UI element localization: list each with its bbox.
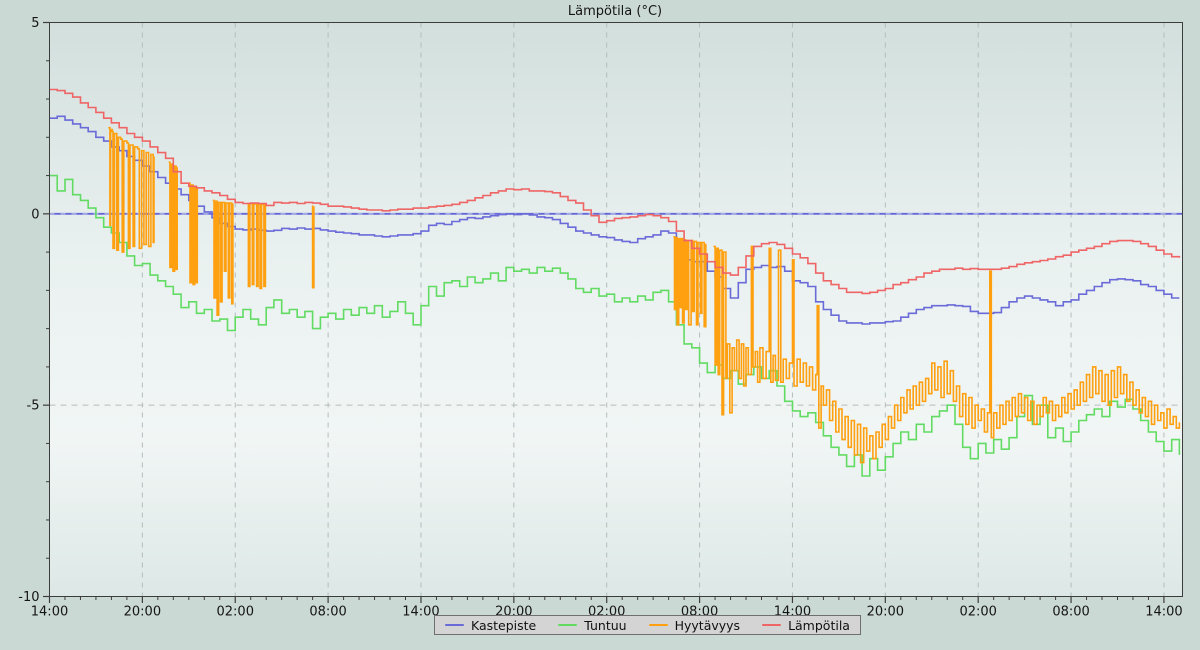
legend-label: Lämpötila <box>788 618 850 633</box>
legend-item-l-mp-tila: Lämpötila <box>762 618 850 633</box>
y-tick-label: 0 <box>31 207 39 222</box>
legend-item-kastepiste: Kastepiste <box>445 618 536 633</box>
x-tick-label: 14:00 <box>1145 605 1182 620</box>
x-tick-label: 08:00 <box>1052 605 1089 620</box>
legend-swatch-icon <box>649 624 668 627</box>
legend-item-hyyt-vyys: Hyytävyys <box>649 618 740 633</box>
legend-swatch-icon <box>445 624 464 627</box>
y-tick-label: -10 <box>18 590 39 605</box>
legend-item-tuntuu: Tuntuu <box>558 618 626 633</box>
legend-label: Tuntuu <box>584 618 626 633</box>
x-tick-label: 20:00 <box>867 605 904 620</box>
legend-swatch-icon <box>558 624 577 627</box>
x-tick-label: 20:00 <box>124 605 161 620</box>
y-tick-label: -5 <box>27 399 40 414</box>
chart-legend: Kastepiste Tuntuu Hyytävyys Lämpötila <box>434 615 861 635</box>
legend-label: Kastepiste <box>471 618 536 633</box>
x-tick-label: 14:00 <box>31 605 68 620</box>
temperature-chart: 14:00 20:00 02:00 08:00 14:00 20:00 02:00 08:00… <box>0 0 1200 650</box>
legend-label: Hyytävyys <box>675 618 740 633</box>
legend-swatch-icon <box>762 624 781 627</box>
weather-chart-window: Lämpötila (°C) 14:0020:0002:0008:0014:00… <box>0 0 1200 650</box>
y-tick-label: 5 <box>31 16 39 31</box>
x-tick-label: 02:00 <box>217 605 254 620</box>
x-tick-label: 02:00 <box>959 605 996 620</box>
x-tick-label: 08:00 <box>309 605 346 620</box>
